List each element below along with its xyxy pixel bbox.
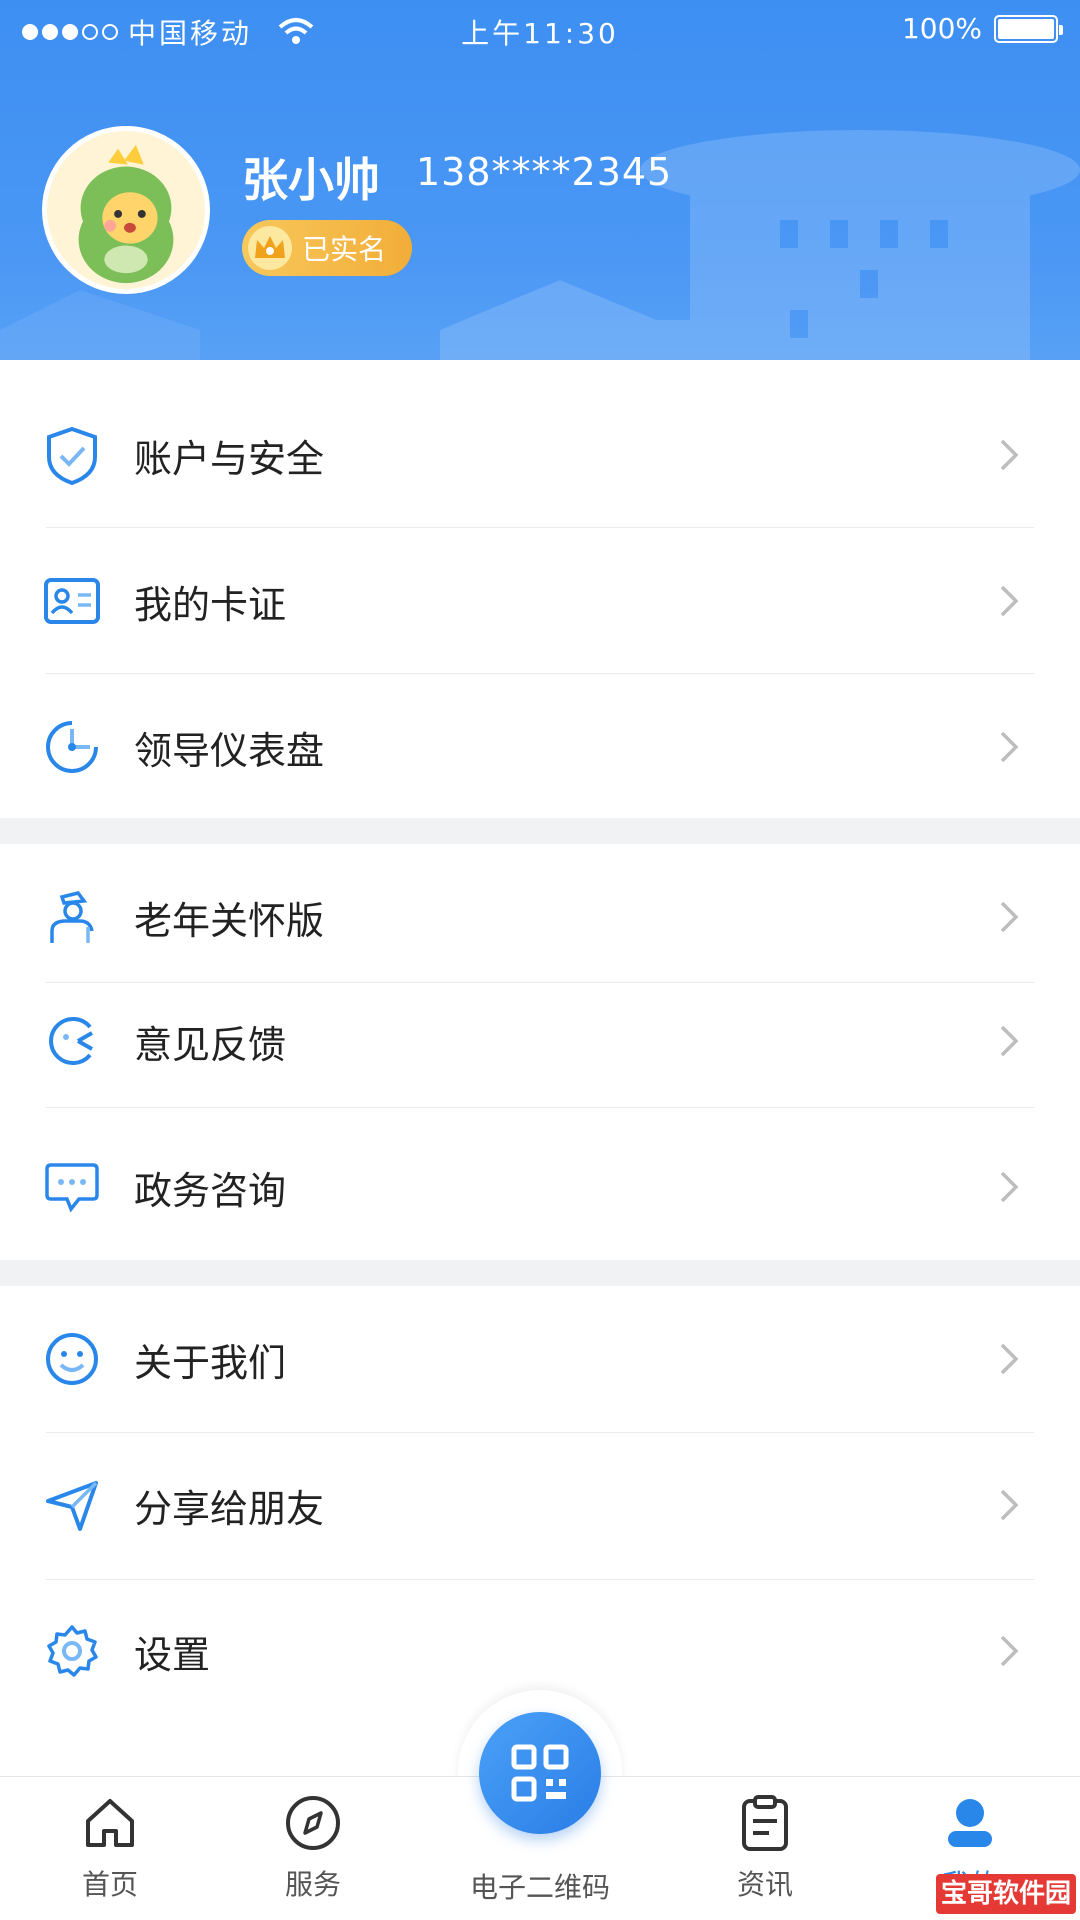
menu-item-gov-consult[interactable]: 政务咨询 [0,1114,1080,1260]
tab-label: 资讯 [736,1868,793,1901]
user-name: 张小帅 [242,153,380,207]
gear-icon [42,1621,102,1681]
menu-item-label: 关于我们 [134,1340,287,1385]
id-card-icon [42,571,102,631]
qrcode-label: 电子二维码 [469,1871,610,1904]
chevron-right-icon [1000,1025,1019,1057]
battery-percent: 100% [901,12,982,45]
chat-bubble-icon [42,1157,102,1217]
menu-item-my-cards[interactable]: 我的卡证 [0,528,1080,674]
menu-item-label: 领导仪表盘 [134,728,325,773]
user-phone: 138****2345 [416,150,673,194]
chevron-right-icon [1000,731,1019,763]
menu-group-account: 账户与安全 我的卡证 领导仪表盘 [0,360,1080,818]
menu-group-services: 老年关怀版 意见反馈 政务咨询 [0,844,1080,1260]
smiley-icon [42,1329,102,1389]
compass-icon [286,1796,340,1850]
chevron-right-icon [1000,1489,1019,1521]
user-profile-icon [948,1799,992,1847]
menu-item-account-security[interactable]: 账户与安全 [0,382,1080,528]
menu-item-label: 我的卡证 [134,582,287,627]
tab-label: 首页 [81,1868,138,1901]
avatar[interactable] [42,126,210,294]
dinosaur-avatar-icon [78,144,174,284]
chevron-right-icon [1000,1171,1019,1203]
menu-item-about-us[interactable]: 关于我们 [0,1286,1080,1432]
menu-card: 账户与安全 我的卡证 领导仪表盘 老年关怀版 意见反馈 政务咨询 关于我们 分享… [0,360,1080,1780]
menu-item-label: 老年关怀版 [134,898,325,943]
qrcode-button[interactable] [479,1712,601,1834]
shield-check-icon [42,425,102,485]
menu-item-feedback[interactable]: 意见反馈 [0,968,1080,1114]
send-arrow-icon [42,1475,102,1535]
watermark-logo: 宝哥软件园 [936,1874,1076,1914]
home-icon [86,1799,134,1847]
dashboard-pie-icon [42,717,102,777]
menu-item-label: 设置 [134,1632,211,1677]
profile-header: 中国移动 上午11:30 100% 张小帅 138****2345 已实名 [0,0,1080,420]
chevron-right-icon [1000,1635,1019,1667]
battery-icon [994,14,1063,43]
section-divider [0,1260,1080,1286]
tab-label: 服务 [284,1868,341,1901]
menu-item-label: 分享给朋友 [134,1486,325,1531]
menu-group-about: 关于我们 分享给朋友 设置 [0,1286,1080,1726]
chevron-right-icon [1000,901,1019,933]
menu-item-share[interactable]: 分享给朋友 [0,1432,1080,1578]
menu-item-label: 政务咨询 [134,1168,287,1213]
crown-icon [248,226,292,270]
chevron-right-icon [1000,585,1019,617]
feedback-icon [42,1011,102,1071]
tab-services[interactable]: 服务 [253,1777,373,1920]
tab-news[interactable]: 资讯 [705,1777,825,1920]
verified-label: 已实名 [302,233,387,266]
section-divider [0,818,1080,844]
qrcode-icon [511,1744,569,1802]
tab-home[interactable]: 首页 [50,1777,170,1920]
chevron-right-icon [1000,439,1019,471]
verified-badge: 已实名 [242,220,412,276]
elderly-person-icon [42,887,102,947]
chevron-right-icon [1000,1343,1019,1375]
clipboard-icon [742,1795,788,1851]
menu-item-label: 意见反馈 [134,1022,287,1067]
menu-item-label: 账户与安全 [134,436,325,481]
status-bar: 中国移动 上午11:30 100% [0,0,1080,60]
menu-item-leader-dashboard[interactable]: 领导仪表盘 [0,674,1080,820]
